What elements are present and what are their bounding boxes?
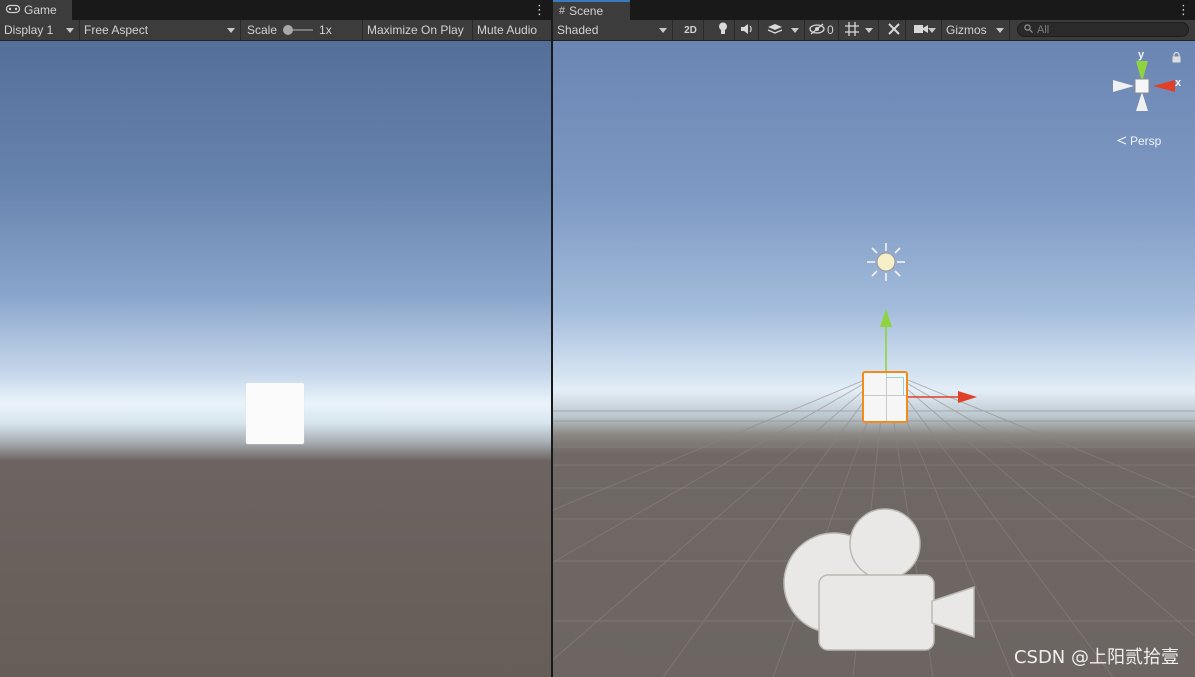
cube-edge-line: [864, 395, 906, 396]
aspect-dropdown-label: Free Aspect: [84, 23, 149, 37]
game-tab-menu-icon[interactable]: ⋮: [533, 2, 546, 18]
aspect-dropdown[interactable]: Free Aspect: [80, 20, 241, 40]
axis-x-label: x: [1175, 77, 1182, 89]
projection-label: Persp: [1130, 134, 1162, 148]
speaker-icon: [740, 23, 754, 38]
scale-slider[interactable]: [283, 25, 314, 35]
chevron-down-icon: [66, 28, 74, 33]
scene-tab-bar: # Scene ⋮: [553, 0, 1195, 20]
chevron-down-icon: [928, 28, 936, 33]
camera-settings-dropdown[interactable]: [908, 20, 942, 40]
grid-icon: [845, 21, 859, 39]
maximize-on-play-toggle[interactable]: Maximize On Play: [363, 20, 473, 40]
axis-y-label: y: [1138, 49, 1145, 61]
game-tab-bar: Game ⋮: [0, 0, 551, 20]
scale-label: Scale: [247, 23, 278, 37]
mute-audio-toggle[interactable]: Mute Audio: [473, 20, 551, 40]
perspective-icon: [1116, 134, 1127, 148]
effects-dropdown[interactable]: [759, 20, 805, 40]
gamepad-icon: [5, 4, 21, 17]
scene-viewport[interactable]: y x Persp: [553, 41, 1195, 677]
chevron-down-icon: [659, 28, 667, 33]
gizmos-dropdown[interactable]: Gizmos: [942, 20, 1010, 40]
grid-dropdown[interactable]: [839, 20, 879, 40]
lighting-toggle-button[interactable]: [711, 20, 735, 40]
chevron-down-icon: [227, 28, 235, 33]
game-cube: [246, 383, 304, 444]
camera-gizmo-icon[interactable]: [778, 507, 978, 652]
plane-handle[interactable]: [886, 377, 904, 395]
tab-scene-label: Scene: [569, 4, 604, 18]
scene-panel: # Scene ⋮ Shaded 2D 0 Gizmos All y x Per…: [553, 0, 1195, 677]
projection-toggle[interactable]: Persp: [1116, 134, 1162, 148]
scale-control: Scale 1x: [241, 20, 363, 40]
layers-effects-icon: [767, 23, 783, 38]
lightbulb-icon: [718, 22, 728, 38]
chevron-down-icon: [865, 28, 873, 33]
game-panel: Game ⋮ Display 1 Free Aspect Scale 1x Ma…: [0, 0, 551, 677]
gizmos-label: Gizmos: [946, 23, 987, 37]
2d-toggle-label: 2D: [684, 24, 697, 36]
search-placeholder: All: [1037, 23, 1050, 36]
game-toolbar: Display 1 Free Aspect Scale 1x Maximize …: [0, 20, 551, 41]
scene-toolbar: Shaded 2D 0 Gizmos All: [553, 20, 1195, 41]
tools-button[interactable]: [882, 20, 906, 40]
display-dropdown[interactable]: Display 1: [0, 20, 80, 40]
scene-search-input[interactable]: All: [1017, 22, 1189, 37]
tools-wrench-icon: [887, 22, 901, 39]
tab-game-label: Game: [24, 3, 57, 17]
2d-toggle-button[interactable]: 2D: [678, 20, 704, 40]
shading-dropdown-label: Shaded: [557, 23, 599, 37]
grid-hash-icon: #: [559, 5, 566, 17]
audio-toggle-button[interactable]: [735, 20, 759, 40]
chevron-down-icon: [791, 28, 799, 33]
chevron-down-icon: [996, 28, 1004, 33]
camera-icon: [914, 23, 928, 37]
maximize-on-play-label: Maximize On Play: [367, 23, 464, 37]
scale-value: 1x: [319, 23, 332, 37]
hidden-count: 0: [827, 23, 834, 37]
directional-light-gizmo[interactable]: [866, 242, 906, 282]
shading-dropdown[interactable]: Shaded: [553, 20, 673, 40]
eye-slash-icon: [809, 23, 825, 38]
display-dropdown-label: Display 1: [4, 23, 54, 37]
scene-tab-menu-icon[interactable]: ⋮: [1177, 2, 1190, 18]
scale-slider-handle[interactable]: [283, 25, 294, 35]
watermark-text: CSDN @上阳贰拾壹: [1013, 647, 1179, 668]
selected-cube[interactable]: [862, 371, 908, 423]
search-icon: [1024, 23, 1033, 36]
tab-game[interactable]: Game: [0, 0, 72, 20]
lock-icon[interactable]: [1172, 51, 1181, 66]
game-viewport[interactable]: [0, 41, 551, 677]
mute-audio-label: Mute Audio: [477, 23, 538, 37]
hidden-objects-toggle[interactable]: 0: [805, 20, 839, 40]
tab-scene[interactable]: # Scene: [553, 0, 630, 20]
